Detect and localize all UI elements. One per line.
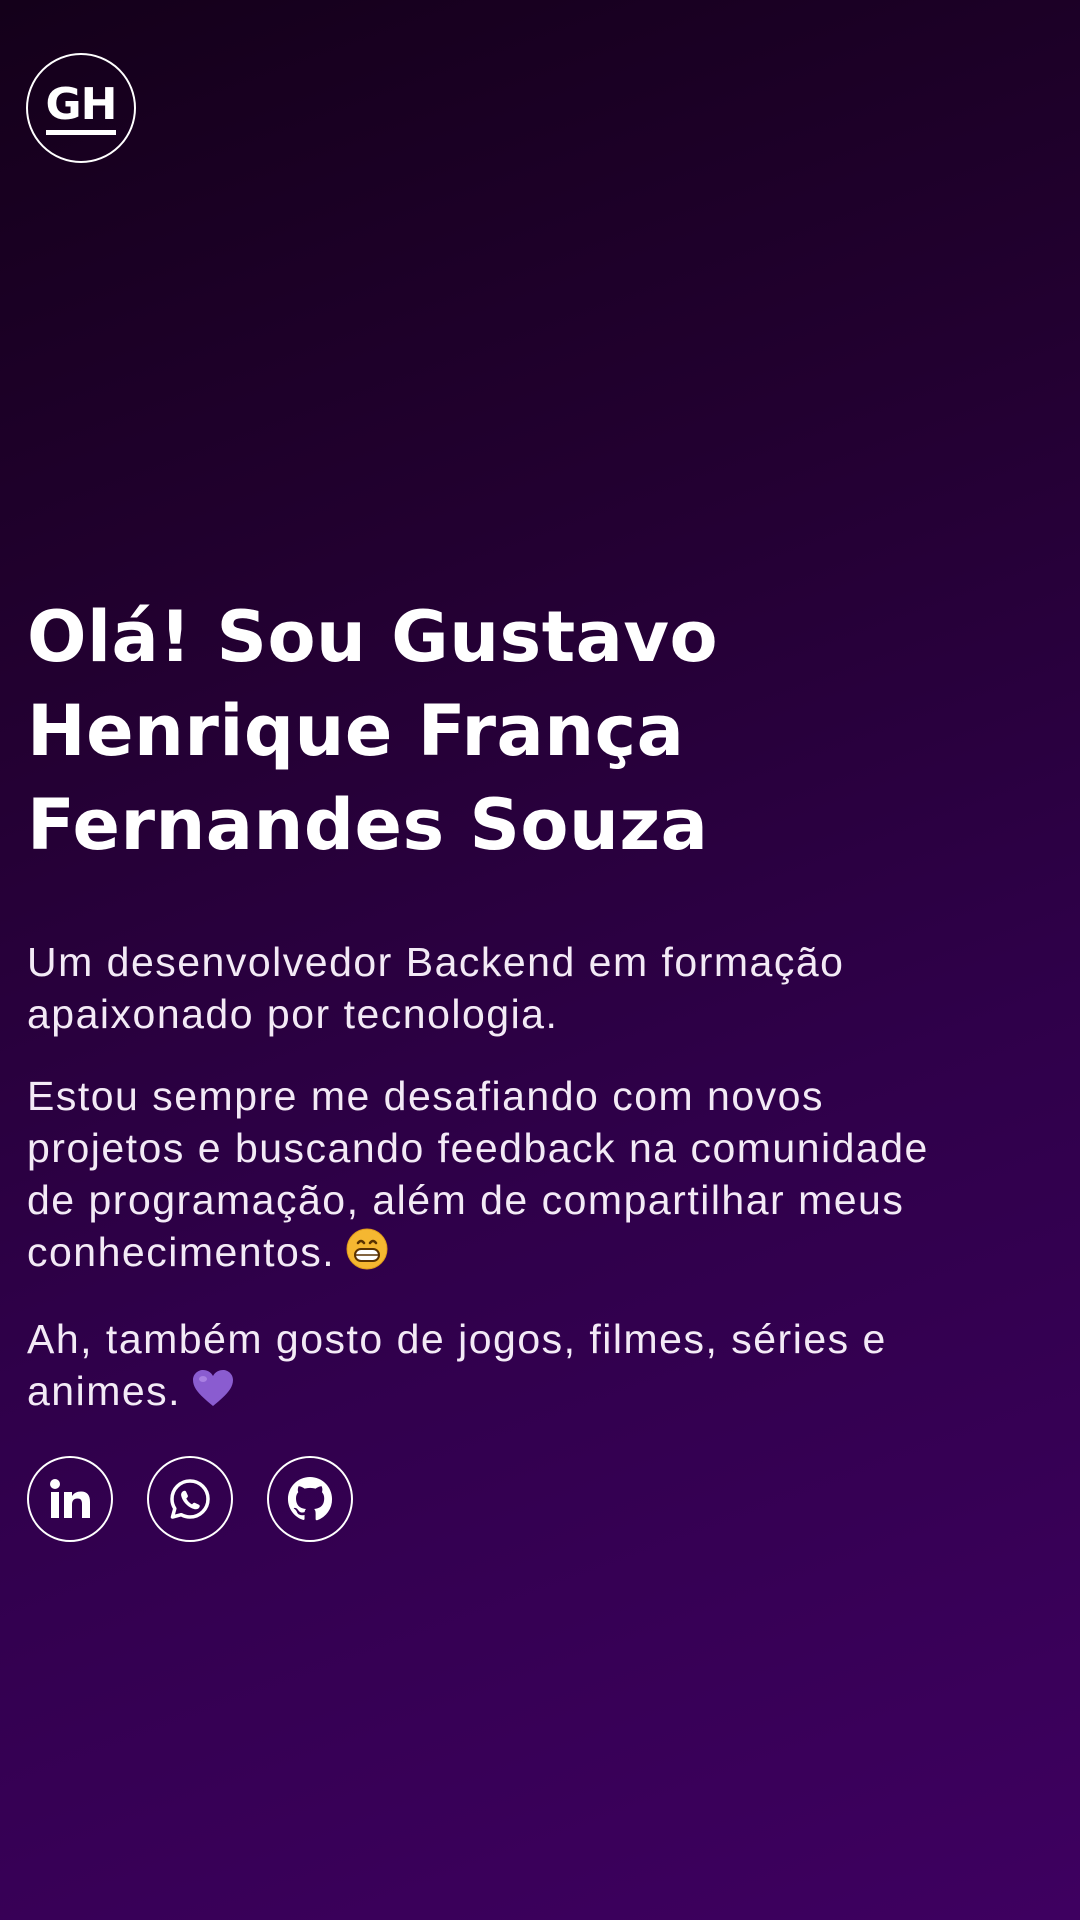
hero-headline: Olá! Sou Gustavo Henrique França Fernand…	[27, 596, 719, 866]
whatsapp-button[interactable]	[147, 1456, 233, 1543]
purple-heart-emoji-icon	[191, 1368, 235, 1420]
linkedin-icon	[49, 1478, 91, 1520]
whatsapp-icon	[168, 1477, 212, 1521]
hero-projects-text: Estou sempre me desafiando com novos pro…	[27, 1073, 929, 1275]
github-button[interactable]	[267, 1456, 353, 1543]
linkedin-button[interactable]	[27, 1456, 113, 1543]
hero-section: Olá! Sou Gustavo Henrique França Fernand…	[27, 590, 987, 1543]
social-links	[27, 1456, 987, 1543]
hero-projects-paragraph: Estou sempre me desafiando com novos pro…	[27, 1070, 987, 1283]
hero-intro-paragraph: Um desenvolvedor Backend em formação apa…	[27, 936, 867, 1040]
hero-hobbies-paragraph: Ah, também gosto de jogos, filmes, série…	[27, 1313, 887, 1420]
github-icon	[287, 1476, 333, 1522]
logo-text: GH	[45, 81, 117, 135]
logo-link[interactable]: GH	[26, 53, 136, 163]
grinning-face-emoji-icon	[345, 1227, 389, 1283]
hero-hobbies-text: Ah, também gosto de jogos, filmes, série…	[27, 1316, 887, 1415]
hero-intro-text: Um desenvolvedor Backend em formação apa…	[27, 939, 845, 1037]
